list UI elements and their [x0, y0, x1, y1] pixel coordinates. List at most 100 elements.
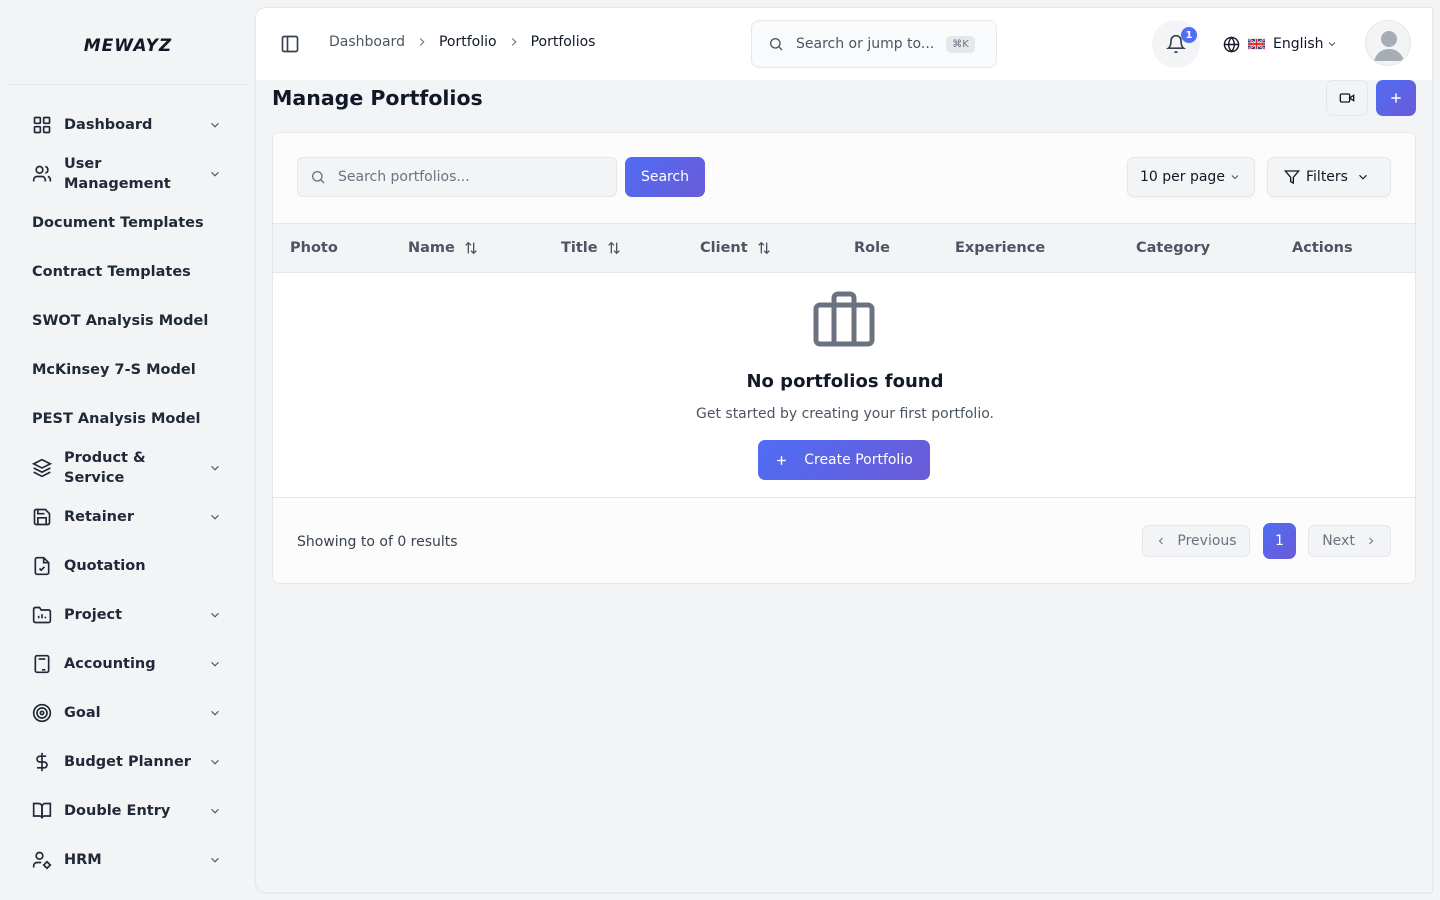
- sidebar-item-project[interactable]: Project: [16, 590, 240, 639]
- main-panel: Dashboard Portfolio Portfolios Search or…: [256, 8, 1432, 892]
- notification-count-badge: 1: [1181, 27, 1197, 43]
- book-open-icon: [32, 802, 52, 819]
- chevron-down-icon: [211, 122, 219, 128]
- breadcrumb-dashboard[interactable]: Dashboard: [329, 34, 405, 50]
- sidebar-item-label: Double Entry: [64, 802, 171, 819]
- table-toolbar: Search 10 per page Filters: [273, 133, 1415, 223]
- column-label: Title: [561, 240, 598, 256]
- user-avatar[interactable]: [1365, 20, 1411, 66]
- sidebar-item-label: HRM: [64, 851, 102, 868]
- column-header-title[interactable]: Title: [561, 224, 622, 272]
- logo-divider: [8, 84, 248, 85]
- chevron-down-icon: [211, 514, 219, 520]
- sidebar: MEWAYZ Dashboard User Management Documen…: [0, 0, 256, 900]
- next-page-button[interactable]: Next: [1308, 525, 1391, 557]
- sidebar-item-label: Product & Service: [64, 449, 146, 486]
- user-avatar-icon: [1374, 31, 1404, 61]
- sidebar-item-label: PEST Analysis Model: [32, 410, 201, 427]
- dollar-icon: [36, 752, 48, 771]
- next-label: Next: [1322, 533, 1355, 549]
- plus-icon: [777, 455, 787, 465]
- column-header-photo: Photo: [290, 224, 338, 272]
- sidebar-item-document-templates[interactable]: Document Templates: [16, 198, 240, 247]
- sidebar-toggle-icon[interactable]: [280, 34, 300, 54]
- sidebar-item-label: Accounting: [64, 655, 156, 672]
- sidebar-item-label: Goal: [64, 704, 101, 721]
- table-header: Photo Name Title Client Role Experience …: [273, 223, 1415, 273]
- column-label: Category: [1136, 240, 1211, 256]
- sidebar-item-label: Project: [64, 606, 123, 623]
- sidebar-item-double-entry[interactable]: Double Entry: [16, 786, 240, 835]
- sidebar-item-pest-analysis[interactable]: PEST Analysis Model: [16, 394, 240, 443]
- sidebar-item-quotation[interactable]: Quotation: [16, 541, 240, 590]
- sidebar-item-hrm[interactable]: HRM: [16, 835, 240, 884]
- dashboard-grid-icon: [33, 116, 51, 133]
- sidebar-item-retainer[interactable]: Retainer: [16, 492, 240, 541]
- column-label: Photo: [290, 240, 338, 256]
- portfolio-search-field[interactable]: [297, 157, 617, 197]
- chevron-right-icon: [419, 38, 425, 46]
- save-icon: [33, 508, 51, 525]
- sidebar-item-goal[interactable]: Goal: [16, 688, 240, 737]
- uk-flag-icon: [1248, 38, 1265, 50]
- sidebar-item-budget-planner[interactable]: Budget Planner: [16, 737, 240, 786]
- chevron-down-icon: [1359, 174, 1367, 180]
- sidebar-nav: Dashboard User Management Document Templ…: [16, 100, 240, 884]
- page-number-button[interactable]: 1: [1263, 523, 1296, 559]
- empty-state: No portfolios found Get started by creat…: [273, 273, 1415, 498]
- top-bar: Dashboard Portfolio Portfolios Search or…: [256, 8, 1432, 80]
- column-label: Experience: [955, 240, 1046, 256]
- sort-arrows-icon[interactable]: [606, 240, 622, 256]
- sidebar-item-swot-analysis[interactable]: SWOT Analysis Model: [16, 296, 240, 345]
- portfolio-search-input[interactable]: [338, 169, 598, 185]
- create-portfolio-label: Create Portfolio: [804, 452, 913, 468]
- app-logo[interactable]: MEWAYZ: [0, 36, 256, 56]
- sort-arrows-icon[interactable]: [463, 240, 479, 256]
- sidebar-item-user-management[interactable]: User Management: [16, 149, 240, 198]
- sidebar-item-label: SWOT Analysis Model: [32, 312, 209, 329]
- breadcrumb-portfolio[interactable]: Portfolio: [439, 34, 497, 50]
- previous-page-button[interactable]: Previous: [1142, 525, 1250, 557]
- sidebar-item-mckinsey-7s[interactable]: McKinsey 7-S Model: [16, 345, 240, 394]
- column-header-name[interactable]: Name: [408, 224, 479, 272]
- sidebar-item-label: McKinsey 7-S Model: [32, 361, 196, 378]
- sidebar-item-product-service[interactable]: Product & Service: [16, 443, 240, 492]
- sidebar-item-label: Dashboard: [64, 116, 153, 133]
- search-button[interactable]: Search: [625, 157, 705, 197]
- sidebar-item-label: Quotation: [64, 557, 146, 574]
- chevron-down-icon: [211, 612, 219, 618]
- chevron-down-icon: [211, 465, 219, 471]
- column-header-category: Category: [1136, 224, 1210, 272]
- plus-icon: [1391, 93, 1401, 103]
- sidebar-item-contract-templates[interactable]: Contract Templates: [16, 247, 240, 296]
- create-portfolio-button[interactable]: Create Portfolio: [758, 440, 930, 480]
- notifications-button[interactable]: 1: [1152, 20, 1200, 68]
- sidebar-item-label: Budget Planner: [64, 753, 191, 770]
- table-footer: Showing to of 0 results Previous 1 Next: [273, 498, 1415, 583]
- target-icon: [32, 703, 52, 722]
- column-header-role: Role: [854, 224, 890, 272]
- filters-label: Filters: [1306, 169, 1348, 185]
- column-label: Actions: [1292, 240, 1353, 256]
- language-selector[interactable]: English: [1223, 32, 1338, 56]
- sidebar-item-accounting[interactable]: Accounting: [16, 639, 240, 688]
- chevron-right-icon: [511, 38, 517, 46]
- breadcrumb: Dashboard Portfolio Portfolios: [329, 34, 595, 50]
- portfolios-card: Search 10 per page Filters Photo Name Ti…: [272, 132, 1416, 584]
- column-header-experience: Experience: [955, 224, 1045, 272]
- sidebar-item-dashboard[interactable]: Dashboard: [16, 100, 240, 149]
- column-header-client[interactable]: Client: [700, 224, 772, 272]
- sort-arrows-icon[interactable]: [756, 240, 772, 256]
- empty-state-title: No portfolios found: [746, 371, 944, 392]
- keyboard-shortcut-badge: ⌘K: [946, 35, 975, 53]
- per-page-select[interactable]: 10 per page: [1127, 157, 1255, 197]
- filters-button[interactable]: Filters: [1267, 157, 1391, 197]
- video-tutorial-button[interactable]: [1326, 80, 1368, 116]
- add-portfolio-button[interactable]: [1376, 80, 1416, 116]
- page-title: Manage Portfolios: [272, 86, 483, 110]
- filter-icon: [1284, 170, 1300, 185]
- global-search-input[interactable]: Search or jump to... ⌘K: [751, 20, 997, 68]
- search-icon: [312, 171, 325, 184]
- chevron-down-icon: [1328, 42, 1335, 47]
- language-label: English: [1273, 36, 1324, 52]
